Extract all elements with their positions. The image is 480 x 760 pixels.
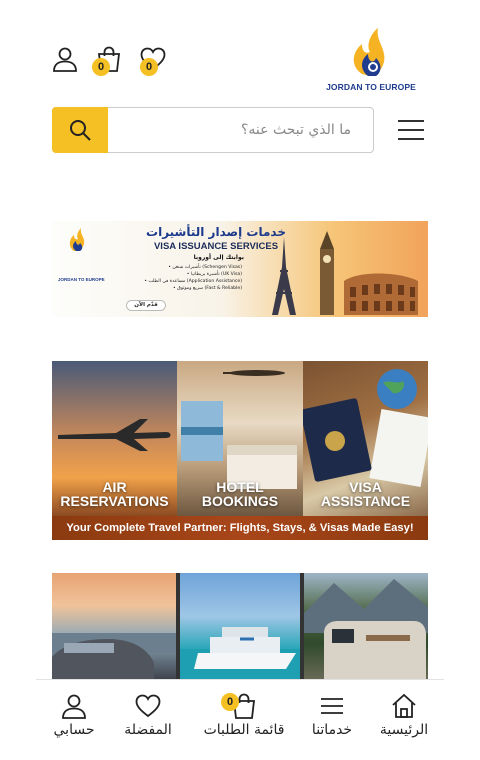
heart-icon (135, 694, 161, 718)
search-button[interactable] (52, 107, 108, 153)
visa-services-banner[interactable]: JORDAN TO EUROPE خدمات إصدار التأشيرات V… (52, 221, 428, 317)
nav-item-services[interactable]: خدماتنا (294, 692, 370, 752)
travel-services-banner[interactable]: AIR RESERVATIONS HOTEL BOOKINGS VISA ASS… (52, 361, 428, 540)
panel-label-line2: ASSISTANCE (320, 493, 411, 509)
user-icon (53, 47, 77, 72)
ship-image (180, 627, 300, 681)
banner-bullet-list: • تأشيرات شنغن (Schengen Visas) • تأشيرة… (82, 264, 242, 292)
nav-item-orders[interactable]: 0 قائمة الطلبات (204, 692, 284, 752)
apply-now-button[interactable]: قدّم الآن (126, 300, 166, 311)
bullet-item: • سريع وموثوق (Fast & Reliable) (173, 286, 242, 292)
nav-label: خدماتنا (311, 722, 353, 738)
visa-assistance-panel[interactable]: VISA ASSISTANCE (303, 361, 428, 516)
search-bar (52, 107, 374, 153)
menu-button[interactable] (396, 115, 426, 145)
nav-label: قائمة الطلبات (203, 722, 285, 738)
rv-camper-image (304, 573, 428, 681)
home-icon (392, 693, 416, 718)
bottom-navigation: الرئيسية خدماتنا 0 قائمة الطلبات المفضلة (36, 679, 444, 760)
car-image (52, 633, 176, 681)
travel-gallery-banner[interactable] (52, 573, 428, 681)
panel-label-line2: BOOKINGS (201, 493, 279, 509)
nav-label: حسابي (53, 722, 95, 738)
banner-subtitle: بوابتك إلى أوروبا (193, 254, 244, 261)
brand-logo-text: JORDAN TO EUROPE (326, 82, 416, 92)
user-icon (62, 694, 86, 719)
nav-item-account[interactable]: حسابي (36, 692, 112, 752)
panel-label-line2: RESERVATIONS (60, 493, 169, 509)
wishlist-button[interactable]: 0 (138, 44, 168, 76)
bullet-item: • تأشيرة بريطانيا (UK Visa) (186, 272, 242, 278)
cart-count-badge: 0 (92, 58, 110, 76)
brand-logo[interactable]: JORDAN TO EUROPE (326, 24, 416, 94)
cart-button[interactable]: 0 (92, 44, 124, 76)
bullet-item: • تأشيرات شنغن (Schengen Visas) (168, 265, 242, 270)
cruise-ship-image (180, 573, 300, 681)
flame-logo-icon (353, 28, 385, 76)
nav-item-home[interactable]: الرئيسية (366, 692, 442, 752)
rv-image (304, 579, 428, 681)
orders-count-badge: 0 (221, 693, 239, 711)
air-reservations-panel[interactable]: AIR RESERVATIONS (52, 361, 177, 516)
search-input[interactable] (109, 108, 373, 152)
nav-item-favorites[interactable]: المفضلة (110, 692, 186, 752)
coastal-car-image (52, 573, 176, 681)
brand-logo-icon (69, 228, 85, 251)
european-landmarks-image (272, 231, 418, 315)
banner-tagline: Your Complete Travel Partner: Flights, S… (52, 516, 428, 540)
airplane-icon (58, 419, 171, 451)
wishlist-count-badge: 0 (140, 58, 158, 76)
hotel-bookings-panel[interactable]: HOTEL BOOKINGS (177, 361, 303, 516)
search-icon (70, 120, 91, 141)
header: 0 0 JORDAN TO EUROPE (0, 0, 480, 100)
menu-icon (321, 698, 343, 714)
account-button[interactable] (50, 44, 80, 74)
bullet-item: • مساعدة في الطلب (Application Assistanc… (144, 279, 242, 285)
